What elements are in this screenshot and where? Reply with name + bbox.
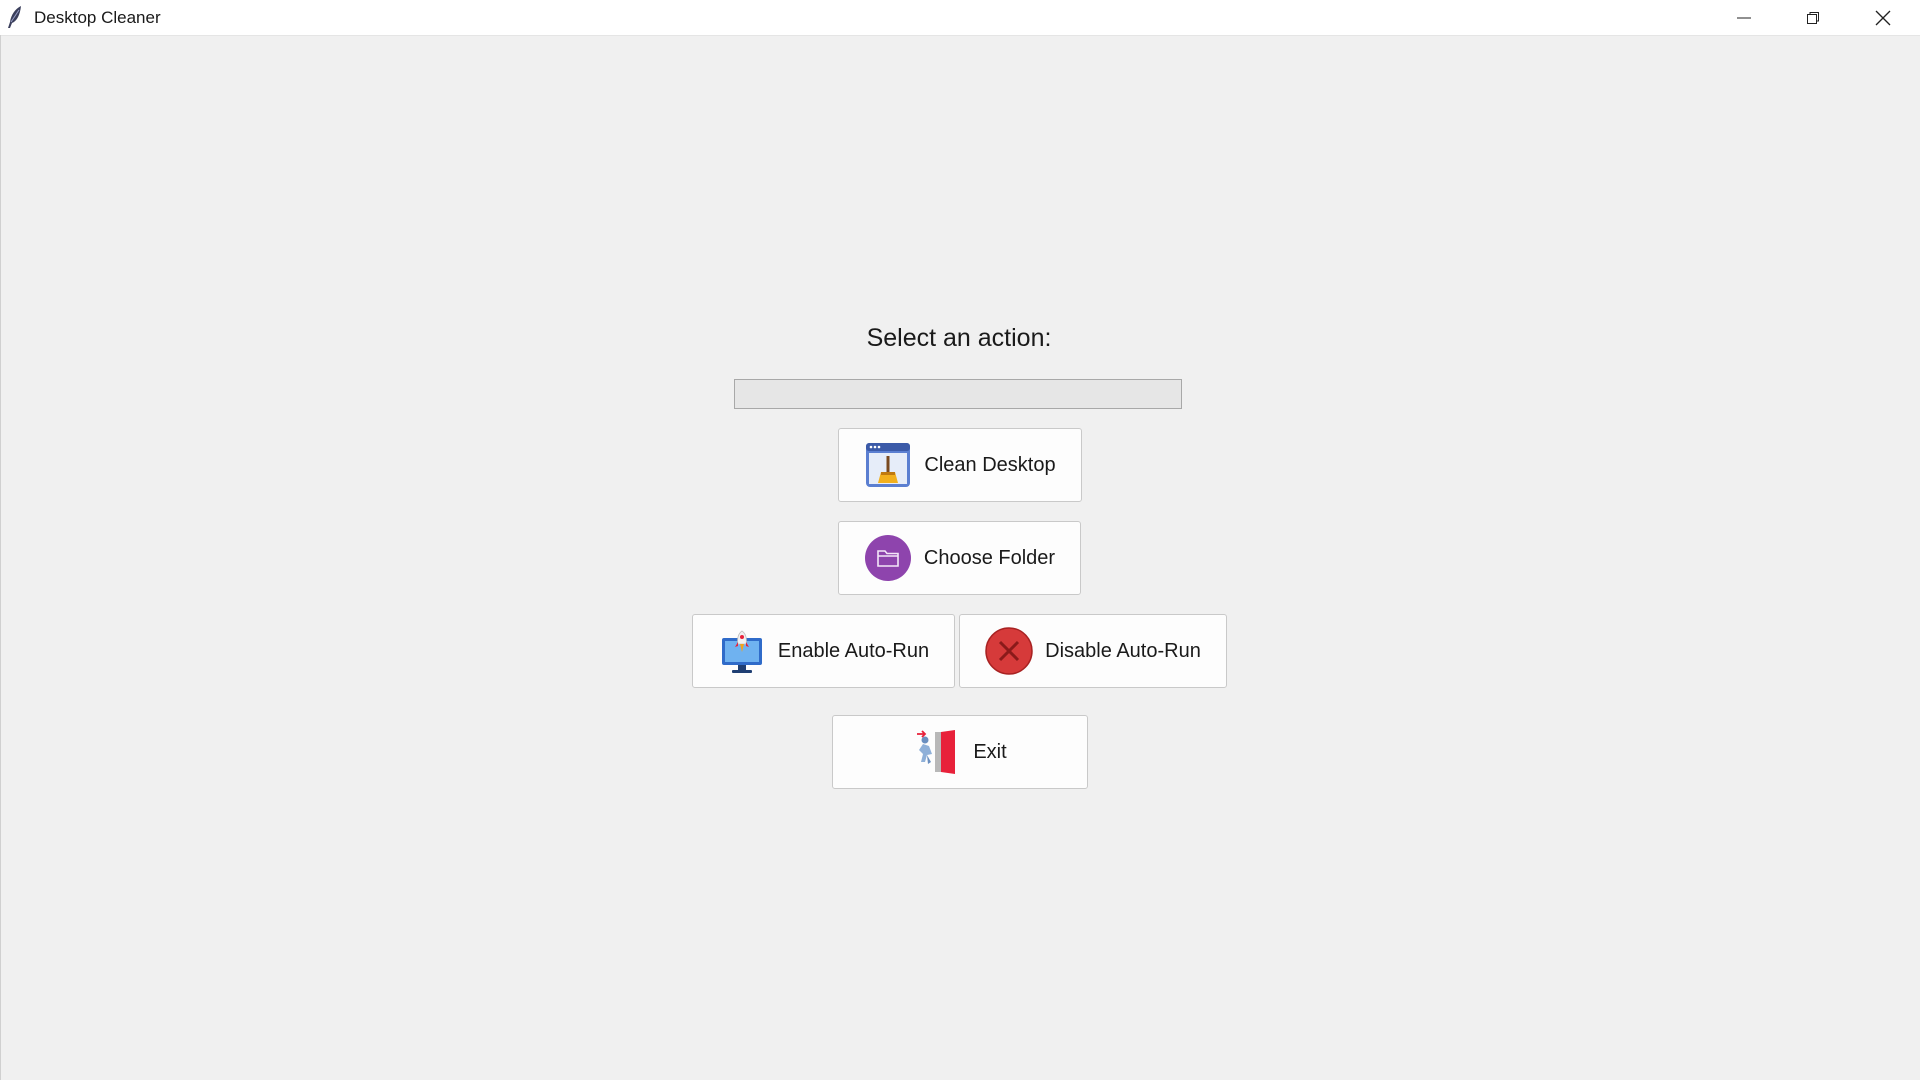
close-button[interactable] xyxy=(1848,0,1918,35)
disable-autorun-button[interactable]: Disable Auto-Run xyxy=(959,614,1227,688)
exit-door-icon xyxy=(913,728,961,776)
maximize-button[interactable] xyxy=(1778,0,1848,35)
minimize-button[interactable] xyxy=(1709,0,1779,35)
select-action-label: Select an action: xyxy=(866,324,1052,352)
folder-circle-icon xyxy=(864,534,912,582)
clean-desktop-label: Clean Desktop xyxy=(924,453,1056,476)
exit-label: Exit xyxy=(973,740,1007,763)
disable-autorun-label: Disable Auto-Run xyxy=(1045,639,1201,662)
close-icon xyxy=(1875,10,1891,26)
feather-icon xyxy=(6,5,24,29)
minimize-icon xyxy=(1737,11,1751,25)
app-window: Desktop Cleaner Select an action: Clean … xyxy=(0,0,1920,1080)
broom-window-icon xyxy=(864,441,912,489)
red-x-circle-icon xyxy=(985,627,1033,675)
title-bar[interactable]: Desktop Cleaner xyxy=(0,0,1920,36)
enable-autorun-label: Enable Auto-Run xyxy=(777,639,930,662)
choose-folder-label: Choose Folder xyxy=(923,546,1056,569)
clean-desktop-button[interactable]: Clean Desktop xyxy=(838,428,1082,502)
restore-icon xyxy=(1806,11,1820,25)
choose-folder-button[interactable]: Choose Folder xyxy=(838,521,1081,595)
exit-button[interactable]: Exit xyxy=(832,715,1088,789)
enable-autorun-button[interactable]: Enable Auto-Run xyxy=(692,614,955,688)
window-border xyxy=(0,35,1,1080)
status-field[interactable] xyxy=(734,379,1182,409)
monitor-rocket-icon xyxy=(718,627,766,675)
window-title: Desktop Cleaner xyxy=(34,8,161,27)
